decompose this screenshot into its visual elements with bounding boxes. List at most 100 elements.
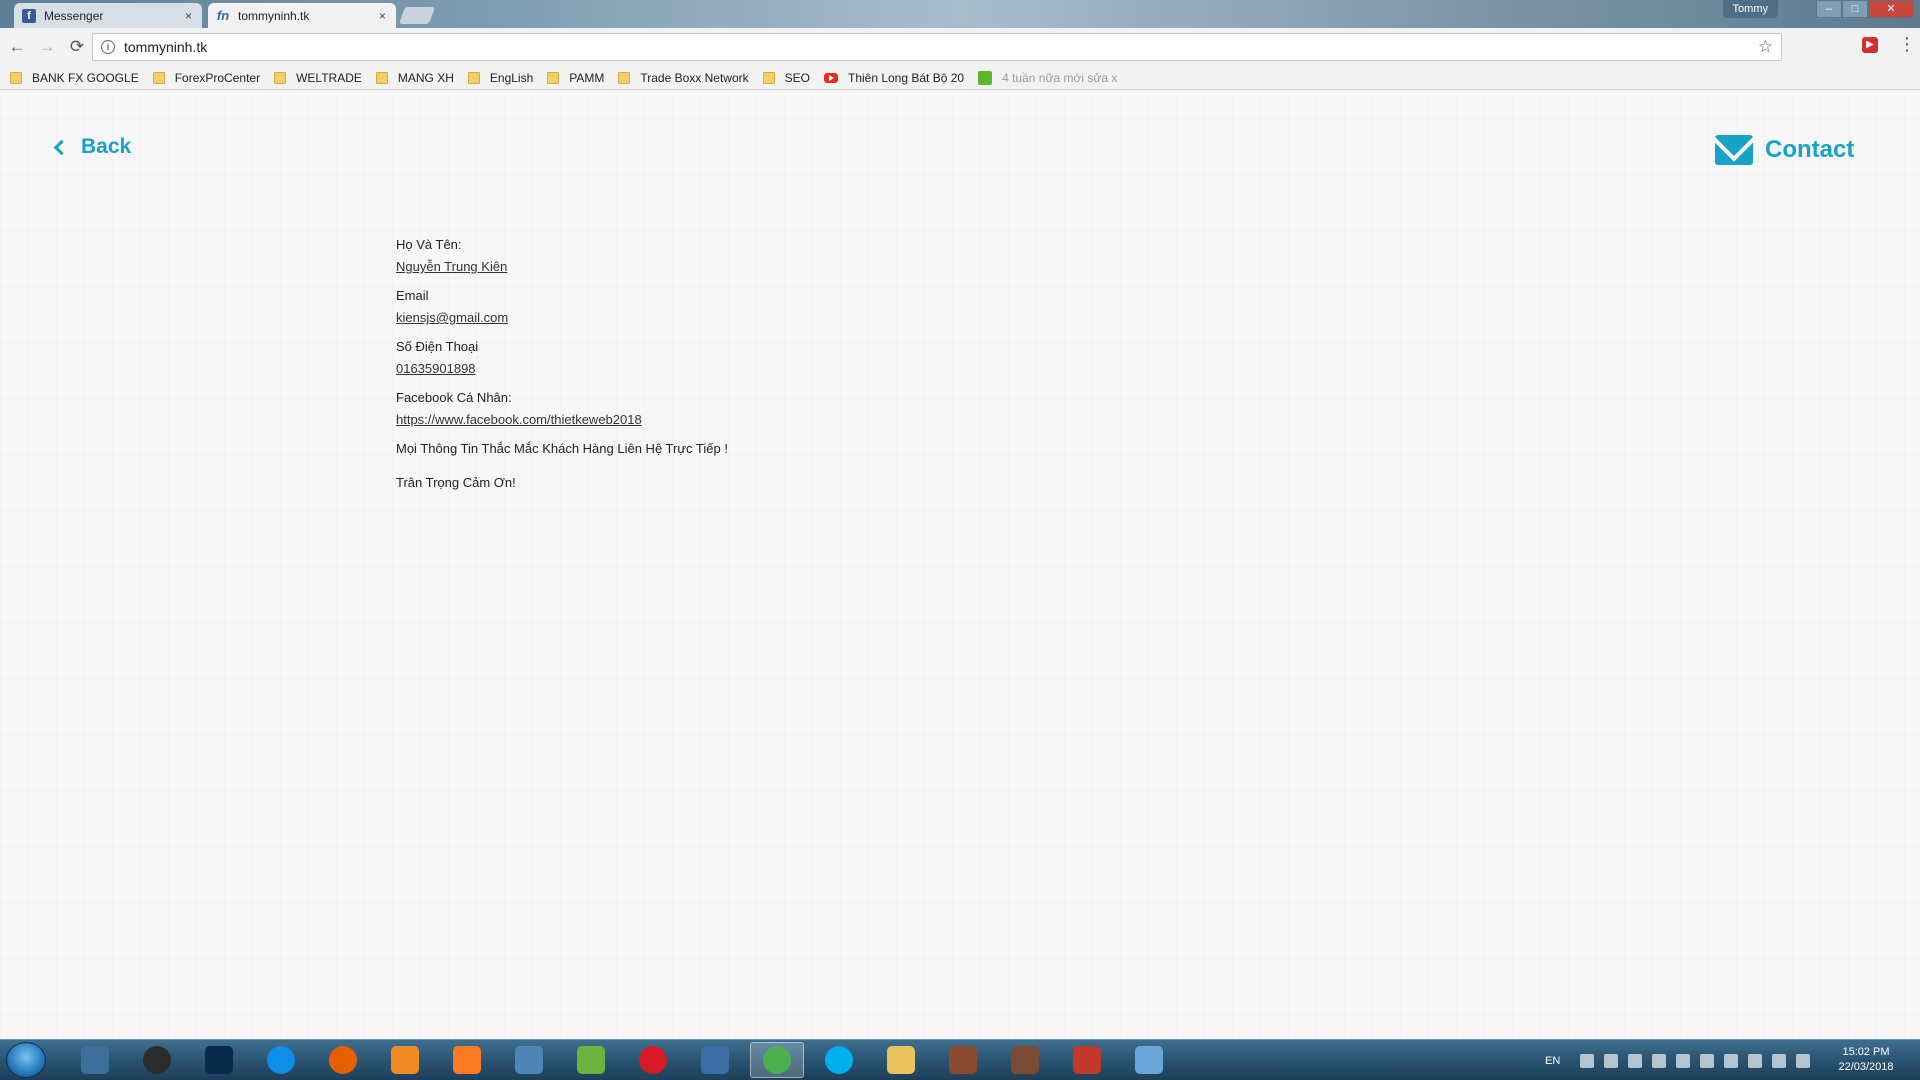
taskbar-app[interactable] (440, 1042, 494, 1078)
tray-icon[interactable] (1724, 1053, 1739, 1068)
folder-icon (274, 71, 287, 84)
chrome-icon (763, 1046, 791, 1074)
taskbar-app[interactable] (192, 1042, 246, 1078)
folder-icon (547, 71, 560, 84)
forward-arrow-icon[interactable]: → (34, 34, 60, 60)
taskbar-app[interactable] (936, 1042, 990, 1078)
extension-icon[interactable]: ▶ (1862, 37, 1878, 53)
email-link[interactable]: kiensjs@gmail.com (396, 310, 728, 325)
game1-icon (949, 1046, 977, 1074)
taskbar-app[interactable] (68, 1042, 122, 1078)
tab-messenger[interactable]: f Messenger × (14, 3, 202, 28)
address-bar[interactable]: i tommyninh.tk ☆ (92, 33, 1782, 61)
app-icon (81, 1046, 109, 1074)
app3-icon (577, 1046, 605, 1074)
taskbar-app[interactable] (626, 1042, 680, 1078)
tray-icon[interactable] (1628, 1053, 1643, 1068)
site-icon: fn (216, 8, 230, 23)
site-info-icon[interactable]: i (101, 40, 115, 54)
taskbar-app[interactable] (502, 1042, 556, 1078)
taskbar-app[interactable] (1122, 1042, 1176, 1078)
obs-icon (143, 1046, 171, 1074)
bookmark-item[interactable]: BANK FX GOOGLE (10, 71, 139, 85)
close-tab-icon[interactable]: × (379, 9, 386, 23)
facebook-icon: f (22, 8, 36, 23)
bookmark-star-icon[interactable]: ☆ (1758, 37, 1773, 57)
opera-icon (639, 1046, 667, 1074)
maximize-button[interactable]: □ (1842, 0, 1868, 18)
folder-icon (762, 71, 775, 84)
volume-icon[interactable] (1652, 1053, 1667, 1068)
tray-icon[interactable] (1748, 1053, 1763, 1068)
bookmark-item[interactable]: EngLish (467, 71, 533, 85)
name-value[interactable]: Nguyễn Trung Kiên (396, 259, 728, 274)
bookmarks-bar: BANK FX GOOGLE ForexProCenter WELTRADE M… (0, 66, 1920, 90)
taskbar-app[interactable] (750, 1042, 804, 1078)
phone-label: Số Điện Thoại (396, 339, 479, 354)
bookmark-item[interactable]: SEO (762, 71, 810, 85)
folder-icon (467, 71, 480, 84)
bookmark-item[interactable]: ForexProCenter (152, 71, 260, 85)
sublime-icon (391, 1046, 419, 1074)
name-label: Họ Và Tên: (396, 237, 462, 252)
taskbar-app[interactable] (564, 1042, 618, 1078)
tray-icon[interactable] (1700, 1053, 1715, 1068)
cloud-icon[interactable] (1604, 1053, 1619, 1068)
tab-tommyninh[interactable]: fn tommyninh.tk × (208, 3, 396, 28)
minimize-button[interactable]: – (1816, 0, 1842, 18)
url-text[interactable]: tommyninh.tk (124, 39, 207, 55)
bookmark-item[interactable]: 4 tuần nữa mới sửa x (978, 70, 1117, 85)
bookmark-item[interactable]: PAMM (547, 71, 604, 85)
back-arrow-icon[interactable]: ← (4, 34, 30, 60)
taskbar-app[interactable] (254, 1042, 308, 1078)
tray-icon[interactable] (1676, 1053, 1691, 1068)
tray-icon[interactable] (1772, 1053, 1787, 1068)
explorer-icon (887, 1046, 915, 1074)
contact-note: Mọi Thông Tin Thắc Mắc Khách Hàng Liên H… (396, 441, 728, 456)
folder-icon (618, 71, 631, 84)
browser-toolbar: ← → ⟳ i tommyninh.tk ☆ (0, 28, 1920, 66)
taskbar-app[interactable] (130, 1042, 184, 1078)
youtube-icon (823, 72, 838, 83)
taskbar-app[interactable] (874, 1042, 928, 1078)
bookmark-item[interactable]: WELTRADE (274, 71, 362, 85)
phone-link[interactable]: 01635901898 (396, 361, 728, 376)
facebook-link[interactable]: https://www.facebook.com/thietkeweb2018 (396, 412, 728, 427)
language-indicator[interactable]: EN (1545, 1055, 1560, 1067)
paint-icon (1135, 1046, 1163, 1074)
taskbar: EN 15:02 PM 22/03/2018 (0, 1039, 1920, 1080)
bookmark-item[interactable]: Trade Boxx Network (618, 71, 749, 85)
bookmark-item[interactable]: Thiên Long Bát Bộ 20 (823, 71, 964, 85)
network-icon[interactable] (1796, 1053, 1811, 1068)
back-link[interactable]: Back (53, 135, 132, 159)
app5-icon (1073, 1046, 1101, 1074)
bookmark-item[interactable]: MANG XH (375, 71, 454, 85)
taskbar-app[interactable] (378, 1042, 432, 1078)
title-bar: f Messenger × fn tommyninh.tk × Tommy – … (0, 0, 1920, 28)
folder-icon (10, 71, 22, 84)
xampp-icon (453, 1046, 481, 1074)
close-tab-icon[interactable]: × (185, 9, 192, 23)
tab-label: Messenger (44, 8, 104, 23)
start-button[interactable] (6, 1042, 46, 1078)
taskbar-app[interactable] (316, 1042, 370, 1078)
back-label: Back (81, 135, 132, 158)
close-window-button[interactable]: ✕ (1868, 0, 1914, 18)
taskbar-app[interactable] (1060, 1042, 1114, 1078)
reload-icon[interactable]: ⟳ (64, 34, 90, 60)
email-label: Email (396, 288, 429, 303)
new-tab-button[interactable] (398, 7, 436, 24)
contact-info: Họ Và Tên: Nguyễn Trung Kiên Email kiens… (396, 237, 728, 509)
clock[interactable]: 15:02 PM 22/03/2018 (1830, 1045, 1902, 1075)
contact-link[interactable]: Contact (1715, 135, 1854, 165)
app2-icon (515, 1046, 543, 1074)
menu-icon[interactable]: ⋮ (1898, 34, 1916, 54)
taskbar-app[interactable] (998, 1042, 1052, 1078)
clock-time: 15:02 PM (1842, 1046, 1890, 1058)
tray-icon[interactable] (1580, 1053, 1595, 1068)
firefox-icon (329, 1046, 357, 1074)
window-user-badge[interactable]: Tommy (1722, 0, 1778, 18)
taskbar-app[interactable] (688, 1042, 742, 1078)
taskbar-app[interactable] (812, 1042, 866, 1078)
clock-date: 22/03/2018 (1838, 1061, 1894, 1073)
